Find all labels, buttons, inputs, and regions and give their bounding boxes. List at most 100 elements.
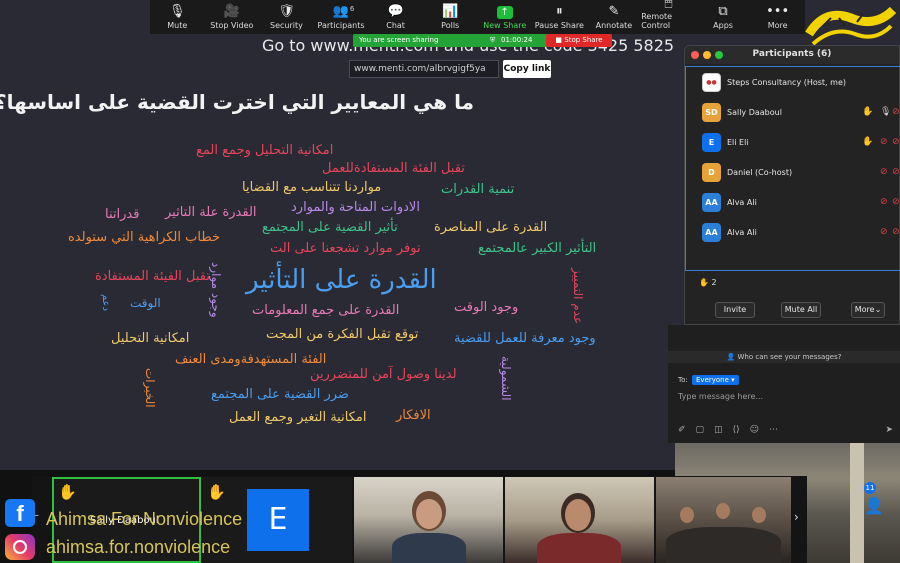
brand-instagram-text: ahimsa.for.nonviolence bbox=[46, 537, 231, 557]
participant-name: Eli Eli bbox=[727, 137, 749, 147]
code-icon[interactable]: ⟨⟩ bbox=[733, 425, 740, 437]
security-button[interactable]: 🛡 Security bbox=[259, 0, 314, 34]
video-person-head bbox=[716, 503, 730, 519]
pencil-icon: ✎ bbox=[608, 4, 620, 19]
word-cloud-entry: القدرة على المناصرة bbox=[434, 220, 548, 235]
participants-list: ●● Steps Consultancy (Host, me) SD Sally Da… bbox=[685, 66, 900, 271]
chat-recipient-dropdown[interactable]: Everyone ▾ bbox=[692, 375, 739, 385]
polls-icon: 📊 bbox=[442, 4, 459, 19]
brand-facebook-text: Ahimsa For Nonviolence bbox=[46, 509, 243, 529]
chat-visibility-text: Who can see your messages? bbox=[737, 353, 842, 361]
video-group-body bbox=[666, 527, 781, 563]
video-off-icon[interactable]: ⊘ bbox=[892, 137, 900, 147]
participant-row[interactable]: ●● Steps Consultancy (Host, me) bbox=[686, 67, 900, 97]
video-tile-camera[interactable] bbox=[505, 477, 654, 563]
word-cloud-entry: توفر موارد تشجعنا على الت bbox=[270, 241, 421, 256]
muted-microphone-icon[interactable]: ⊘ bbox=[880, 227, 888, 237]
chat-button[interactable]: 💬 Chat bbox=[368, 0, 423, 34]
more-dots-icon[interactable]: ⋯ bbox=[769, 425, 778, 437]
microphone-icon[interactable]: 🎙 bbox=[880, 107, 891, 117]
word-cloud-entry: القدرة علة التاثير bbox=[165, 205, 257, 220]
toolbar-label: Annotate bbox=[595, 21, 633, 30]
screenshot-icon[interactable]: ◫ bbox=[714, 425, 723, 437]
video-person-head bbox=[752, 507, 766, 523]
stop-share-button[interactable]: ■ Stop Share bbox=[546, 34, 612, 47]
avatar: AA bbox=[702, 192, 721, 212]
word-cloud-entry: امكانية التغير وجمع العمل bbox=[229, 410, 367, 425]
apps-icon: ⧉ bbox=[718, 4, 728, 19]
raised-hand-icon: ✋ bbox=[862, 107, 874, 117]
muted-microphone-icon[interactable]: ⊘ bbox=[880, 167, 888, 177]
participant-row[interactable]: AA Alva Ali ⊘ ⊘ bbox=[686, 187, 900, 217]
word-cloud-entry: امكانية التحليل وجمع المع bbox=[196, 143, 334, 158]
person-icon: 👤 bbox=[864, 496, 884, 515]
avatar: E bbox=[702, 132, 721, 152]
participant-name: Sally Daaboul bbox=[727, 107, 782, 117]
meeting-toolbar: 🎙 Mute 🎥 Stop Video 🛡 Security 👥 Participants 6 💬… bbox=[150, 0, 805, 34]
video-off-icon[interactable]: ⊘ bbox=[892, 197, 900, 207]
stop-video-button[interactable]: 🎥 Stop Video bbox=[205, 0, 260, 34]
video-off-icon[interactable]: ⊘ bbox=[892, 227, 900, 237]
word-cloud-entry: الافكار bbox=[396, 408, 431, 423]
video-person-face bbox=[416, 499, 442, 529]
chat-recipient-value: Everyone bbox=[696, 376, 729, 384]
more-options-button[interactable]: More⌄ bbox=[851, 302, 885, 318]
shield-icon: ⛨ bbox=[490, 36, 496, 44]
word-cloud: امكانية التحليل وجمع المع تقبل الفئة المس… bbox=[0, 0, 680, 470]
new-share-button[interactable]: ↑ New Share bbox=[477, 0, 532, 34]
participant-count-badge: 6 bbox=[349, 5, 355, 13]
share-screen-icon: ↑ bbox=[496, 6, 513, 19]
word-cloud-entry: لدينا وصول آمن للمتضررين bbox=[310, 367, 457, 382]
mute-button[interactable]: 🎙 Mute bbox=[150, 0, 205, 34]
instagram-icon bbox=[5, 534, 35, 560]
participant-row[interactable]: E Eli Eli ✋ ⊘ ⊘ bbox=[686, 127, 900, 157]
participant-row[interactable]: SD Sally Daaboul ✋ 🎙 ⊘ bbox=[686, 97, 900, 127]
remote-control-button[interactable]: 🖱 Remote Control bbox=[641, 0, 696, 34]
chat-message-input[interactable]: Type message here... bbox=[678, 392, 763, 401]
muted-microphone-icon[interactable]: ⊘ bbox=[880, 197, 888, 207]
format-icon[interactable]: ✐ bbox=[678, 425, 686, 437]
participants-button[interactable]: 👥 Participants 6 bbox=[314, 0, 369, 34]
toolbar-label: New Share bbox=[483, 21, 527, 30]
toolbar-label: More bbox=[767, 21, 788, 30]
word-cloud-entry: توقع تقبل الفكرة من المجت bbox=[266, 327, 419, 342]
file-icon[interactable]: ▢ bbox=[696, 425, 705, 437]
video-person-body bbox=[392, 533, 466, 563]
participant-row[interactable]: AA Alva Ali ⊘ ⊘ bbox=[686, 217, 900, 247]
word-cloud-entry: خطاب الكراهية التي ستولده bbox=[68, 230, 221, 245]
muted-microphone-icon[interactable]: ⊘ bbox=[880, 137, 888, 147]
video-tile-camera[interactable] bbox=[656, 477, 791, 563]
remote-control-icon: 🖱 bbox=[664, 0, 673, 10]
word-cloud-entry: الشمولية bbox=[499, 356, 513, 401]
word-cloud-entry: القدرة على جمع المعلومات bbox=[252, 303, 400, 318]
pause-share-button[interactable]: ⏸ Pause Share bbox=[532, 0, 587, 34]
word-cloud-entry: تقبل الفيئة المستفادة bbox=[95, 269, 210, 284]
strip-scroll-right-icon[interactable]: › bbox=[794, 510, 799, 524]
word-cloud-entry: الوقت bbox=[130, 296, 161, 310]
participant-row[interactable]: D Daniel (Co-host) ⊘ ⊘ bbox=[686, 157, 900, 187]
toolbar-label: Stop Video bbox=[210, 21, 254, 30]
video-off-icon[interactable]: ⊘ bbox=[892, 107, 900, 117]
participant-name: Alva Ali bbox=[727, 227, 757, 237]
polls-button[interactable]: 📊 Polls bbox=[423, 0, 478, 34]
apps-button[interactable]: ⧉ Apps bbox=[696, 0, 751, 34]
word-cloud-entry: تأثير القضية على المجتمع bbox=[262, 220, 398, 235]
chat-visibility-link[interactable]: 👤 Who can see your messages? bbox=[668, 351, 900, 363]
annotate-button[interactable]: ✎ Annotate bbox=[587, 0, 642, 34]
video-off-icon[interactable]: ⊘ bbox=[892, 167, 900, 177]
word-cloud-entry: الفئة المستهدفةومدى العنف bbox=[175, 352, 327, 367]
participant-name: Alva Ali bbox=[727, 197, 757, 207]
video-tile-camera[interactable] bbox=[354, 477, 503, 563]
participant-name: Daniel (Co-host) bbox=[727, 167, 793, 177]
word-cloud-entry: وجود الوقت bbox=[454, 300, 519, 315]
notification-badge: 11 bbox=[864, 482, 876, 494]
emoji-icon[interactable]: ☺ bbox=[750, 425, 759, 437]
toolbar-label: Participants bbox=[317, 21, 365, 30]
participants-title: Participants (6) bbox=[752, 49, 832, 59]
invite-button[interactable]: Invite bbox=[715, 302, 755, 318]
word-cloud-entry: التأثير الكبير عالمجتمع bbox=[478, 241, 597, 256]
avatar: AA bbox=[702, 222, 721, 242]
more-button[interactable]: ••• More bbox=[750, 0, 805, 34]
send-icon[interactable]: ➤ bbox=[885, 425, 893, 437]
mute-all-button[interactable]: Mute All bbox=[781, 302, 821, 318]
